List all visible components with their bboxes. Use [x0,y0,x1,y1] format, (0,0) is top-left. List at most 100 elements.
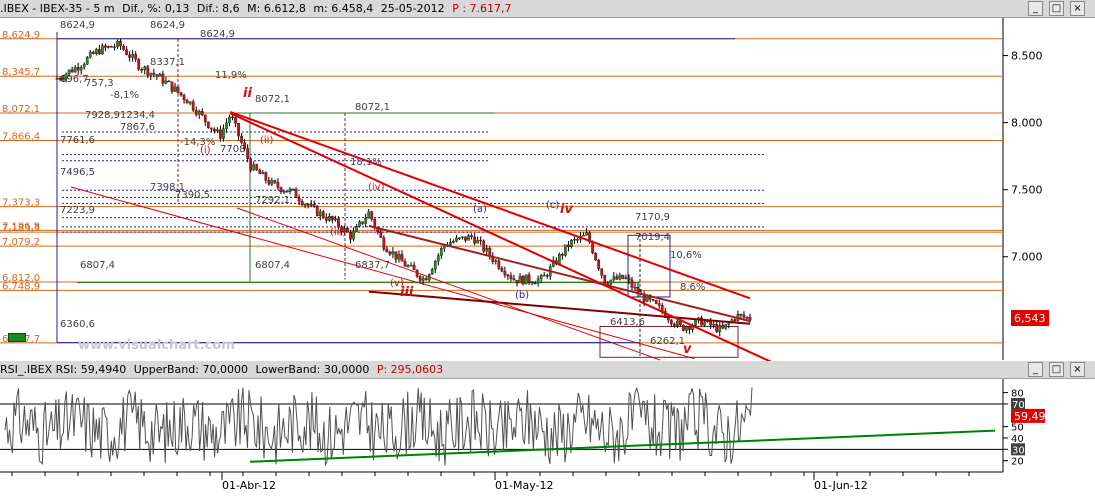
candle-body [515,279,519,284]
candle-body [137,59,141,70]
candle-body [309,204,313,206]
candle-body [627,277,631,280]
candle-body [122,45,125,50]
fib-annotation: 7292,1 [255,195,290,206]
candle-body [394,251,398,260]
price-axis-label: 8.500 [1011,50,1043,63]
candle-body [213,128,216,132]
candle-body [367,211,371,219]
candle-body [279,187,283,192]
candle-body [267,180,271,185]
candle-body [203,114,207,122]
candle-body [306,204,310,206]
candle-body [321,211,325,218]
candle-body [545,275,549,277]
candle-body [197,111,201,115]
candle-body [433,261,437,270]
close-button[interactable]: × [1070,1,1085,16]
candle-body [119,40,122,47]
candle-body [600,268,604,276]
rsi-close-button[interactable]: × [1070,362,1085,377]
price-axis-label: 7.000 [1011,251,1043,264]
candle-body [621,274,625,279]
candle-body [694,319,697,326]
price-level-label: 7,373,3 [2,198,40,209]
candle-body [258,169,262,175]
candle-body [657,303,661,306]
candle-body [672,323,676,326]
candle-body [125,49,128,55]
candle-body [358,221,361,227]
candle-body [388,251,392,255]
visualchart-logo-icon [8,333,26,342]
candle-body [116,40,119,48]
fib-annotation: 18,1% [350,157,382,168]
candle-body [315,205,319,217]
fib-annotation: 6837,7 [355,260,390,271]
fib-annotation: 8624,9 [60,20,95,31]
candle-body [506,274,510,277]
rsi-lower-tag: 30 [1012,445,1025,456]
candle-body [721,325,725,329]
rsi-maximize-button[interactable]: □ [1049,362,1064,377]
price-window-header: .IBEX - IBEX-35 - 5 m Dif., %: 0,13 Dif.… [0,0,1095,18]
fib-annotation: 8072,1 [355,102,390,113]
candle-body [91,51,95,54]
wave-label: v [683,342,692,357]
header-max: M: 6.612,8 [247,2,306,15]
rsi-minimize-button[interactable]: _ [1028,362,1043,377]
candle-body [349,232,352,240]
candle-body [403,261,407,267]
candle-body [470,235,473,238]
candle-body [155,74,159,77]
candle-body [252,164,256,171]
fib-annotation: 757,3 [85,78,114,89]
candle-body [216,129,219,132]
candle-body [464,236,467,241]
candle-body [397,254,401,260]
candle-body [88,51,92,58]
candle-body [536,278,540,284]
candle-body [527,274,531,283]
candle-body [379,231,383,238]
price-level-label: 6,748,9 [2,281,40,292]
candle-body [718,325,722,332]
candle-body [318,211,322,217]
fib-annotation: 7390,5 [175,190,210,201]
candle-body [167,80,171,83]
candle-body [246,148,250,160]
candle-body [458,237,461,239]
candle-body [361,221,364,224]
candle-body [455,237,458,242]
candle-body [67,69,71,75]
candle-body [270,180,274,185]
minimize-button[interactable]: _ [1028,1,1043,16]
candle-body [654,300,658,304]
candle-body [742,314,746,318]
price-level-label: 8,624,9 [2,30,40,41]
candle-body [521,275,525,285]
wave-label: (v) [390,278,404,289]
candle-body [467,235,470,241]
fib-annotation: -8,1% [110,90,139,101]
rsi-upper-tag: 70 [1012,400,1025,411]
time-axis-label: 01-Abr-12 [222,479,276,492]
price-level-label: 7,079,2 [2,237,40,248]
chart-canvas: 8.500 8.000 7.500 7.000 8,624,9 8,345,7 8,072,… [0,18,1049,492]
candle-body [146,66,150,76]
fib-annotation: 6262,1 [650,336,685,347]
fib-annotation: 1234,4 [120,110,155,121]
fib-annotation: 6807,4 [255,260,290,271]
candle-body [512,278,516,281]
candle-body [461,236,464,238]
candle-body [128,54,131,58]
time-axis-label: 01-May-12 [495,479,553,492]
maximize-button[interactable]: □ [1049,1,1064,16]
candle-body [194,109,198,115]
candle-body [285,191,289,193]
rsi-window-header: RSI_.IBEX RSI: 59,4940 UpperBand: 70,000… [0,361,1095,379]
candle-body [61,78,65,80]
wave-label: (i) [200,145,211,156]
price-axis-label: 7.500 [1011,184,1043,197]
price-level-label: 7,866,4 [2,132,40,143]
